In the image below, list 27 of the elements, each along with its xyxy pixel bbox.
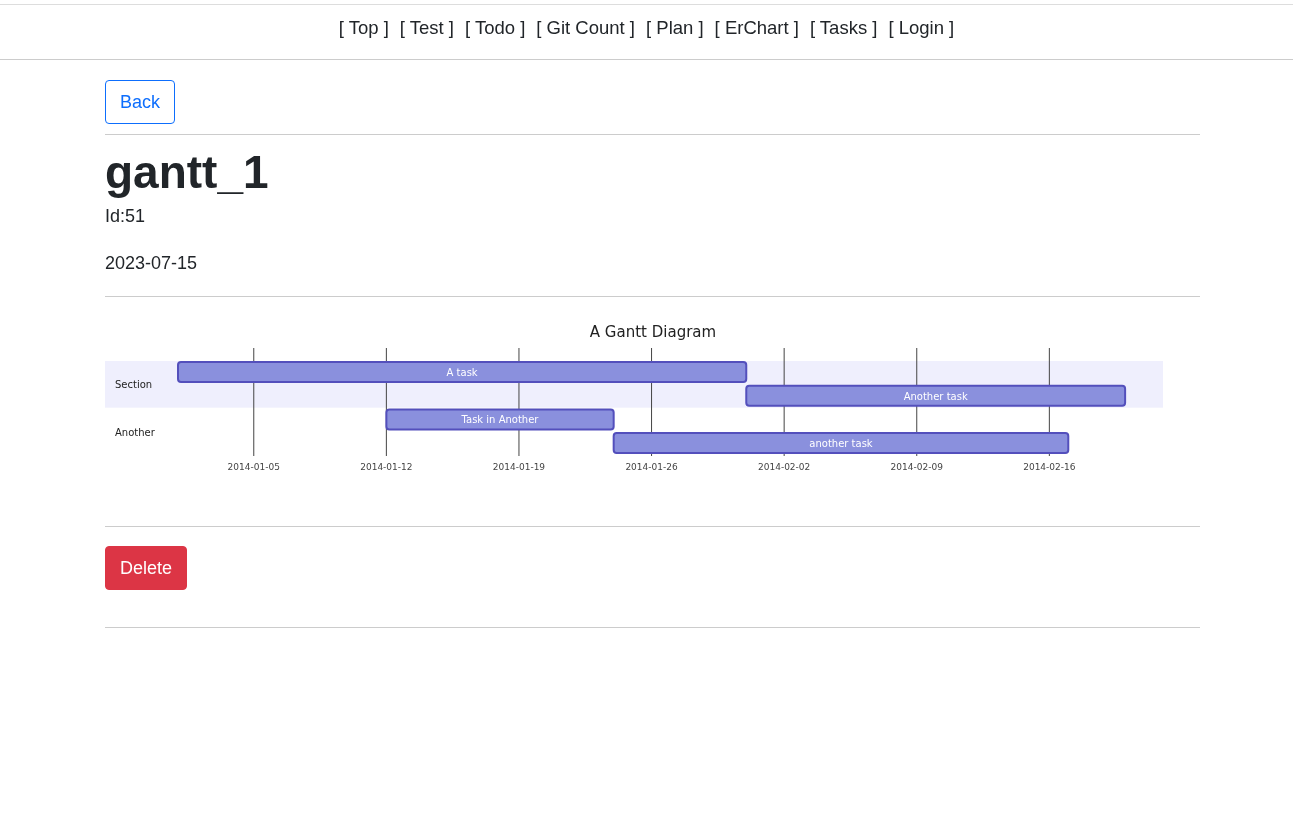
axis-tick-label: 2014-02-09	[890, 462, 943, 473]
axis-tick-label: 2014-01-26	[625, 462, 678, 473]
axis-tick-label: 2014-02-16	[1023, 462, 1076, 473]
page-title: gantt_1	[105, 145, 270, 200]
axis-tick-label: 2014-01-05	[227, 462, 280, 473]
date-text: 2023-07-15	[105, 253, 199, 275]
delete-button[interactable]: Delete	[105, 546, 188, 591]
nav-link[interactable]: [ Top ]	[338, 17, 389, 39]
nav-link[interactable]: [ ErChart ]	[714, 17, 799, 39]
task-label: Task in Another	[461, 414, 539, 426]
axis-tick-label: 2014-02-02	[758, 462, 811, 473]
nav-link[interactable]: [ Git Count ]	[536, 17, 635, 39]
nav-link[interactable]: [ Test ]	[399, 17, 454, 39]
nav-link[interactable]: [ Todo ]	[464, 17, 526, 39]
chart-title: A Gantt Diagram	[589, 323, 717, 342]
axis-tick-label: 2014-01-12	[360, 462, 413, 473]
task-label: Another task	[903, 390, 968, 402]
axis-tick-label: 2014-01-19	[492, 462, 546, 473]
nav-link[interactable]: [ Tasks ]	[809, 17, 878, 39]
section-label: Another	[115, 426, 155, 438]
id-text: Id:51	[105, 206, 147, 228]
nav-link[interactable]: [ Login ]	[888, 17, 955, 39]
nav-link[interactable]: [ Plan ]	[646, 17, 704, 39]
task-label: A task	[446, 367, 478, 379]
back-button[interactable]: Back	[105, 80, 176, 124]
section-label: Section	[115, 379, 153, 391]
task-label: another task	[809, 438, 873, 450]
